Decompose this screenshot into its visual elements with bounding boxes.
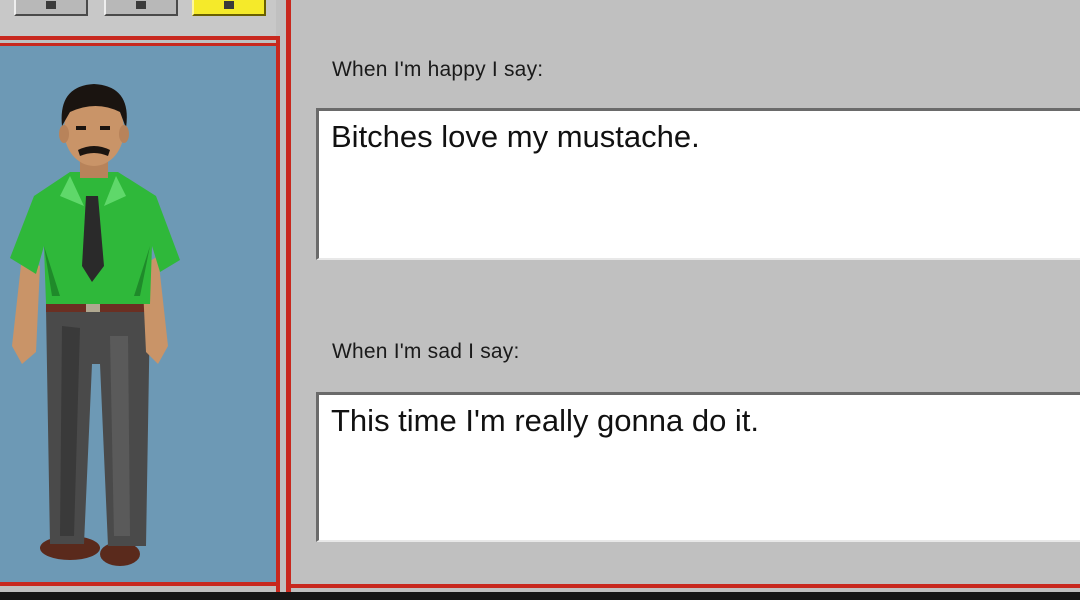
frame-divider [286,0,291,592]
avatar-panel [0,46,276,582]
sad-say-field[interactable]: This time I'm really gonna do it. [316,392,1080,542]
sad-say-label: When I'm sad I say: [332,340,520,363]
happy-say-label: When I'm happy I say: [332,58,544,81]
frame-divider [0,582,280,586]
frame-divider [276,40,280,592]
toolbar-button-2[interactable] [104,0,178,16]
toolbar-button-1[interactable] [14,0,88,16]
happy-say-field[interactable]: Bitches love my mustache. [316,108,1080,260]
frame-divider [286,584,1080,588]
speech-settings-form: When I'm happy I say: Bitches love my mu… [296,0,1080,584]
toolbar-icon [46,1,56,9]
frame-divider [0,36,280,40]
window-frame: When I'm happy I say: Bitches love my mu… [0,0,1080,592]
toolbar-button-3[interactable] [192,0,266,16]
toolbar-icon [136,1,146,9]
happy-say-value: Bitches love my mustache. [331,119,700,154]
toolbar-icon [224,1,234,9]
character-avatar-icon [10,84,180,566]
bottom-edge [0,592,1080,600]
sad-say-value: This time I'm really gonna do it. [331,403,760,438]
toolbar [0,0,276,36]
